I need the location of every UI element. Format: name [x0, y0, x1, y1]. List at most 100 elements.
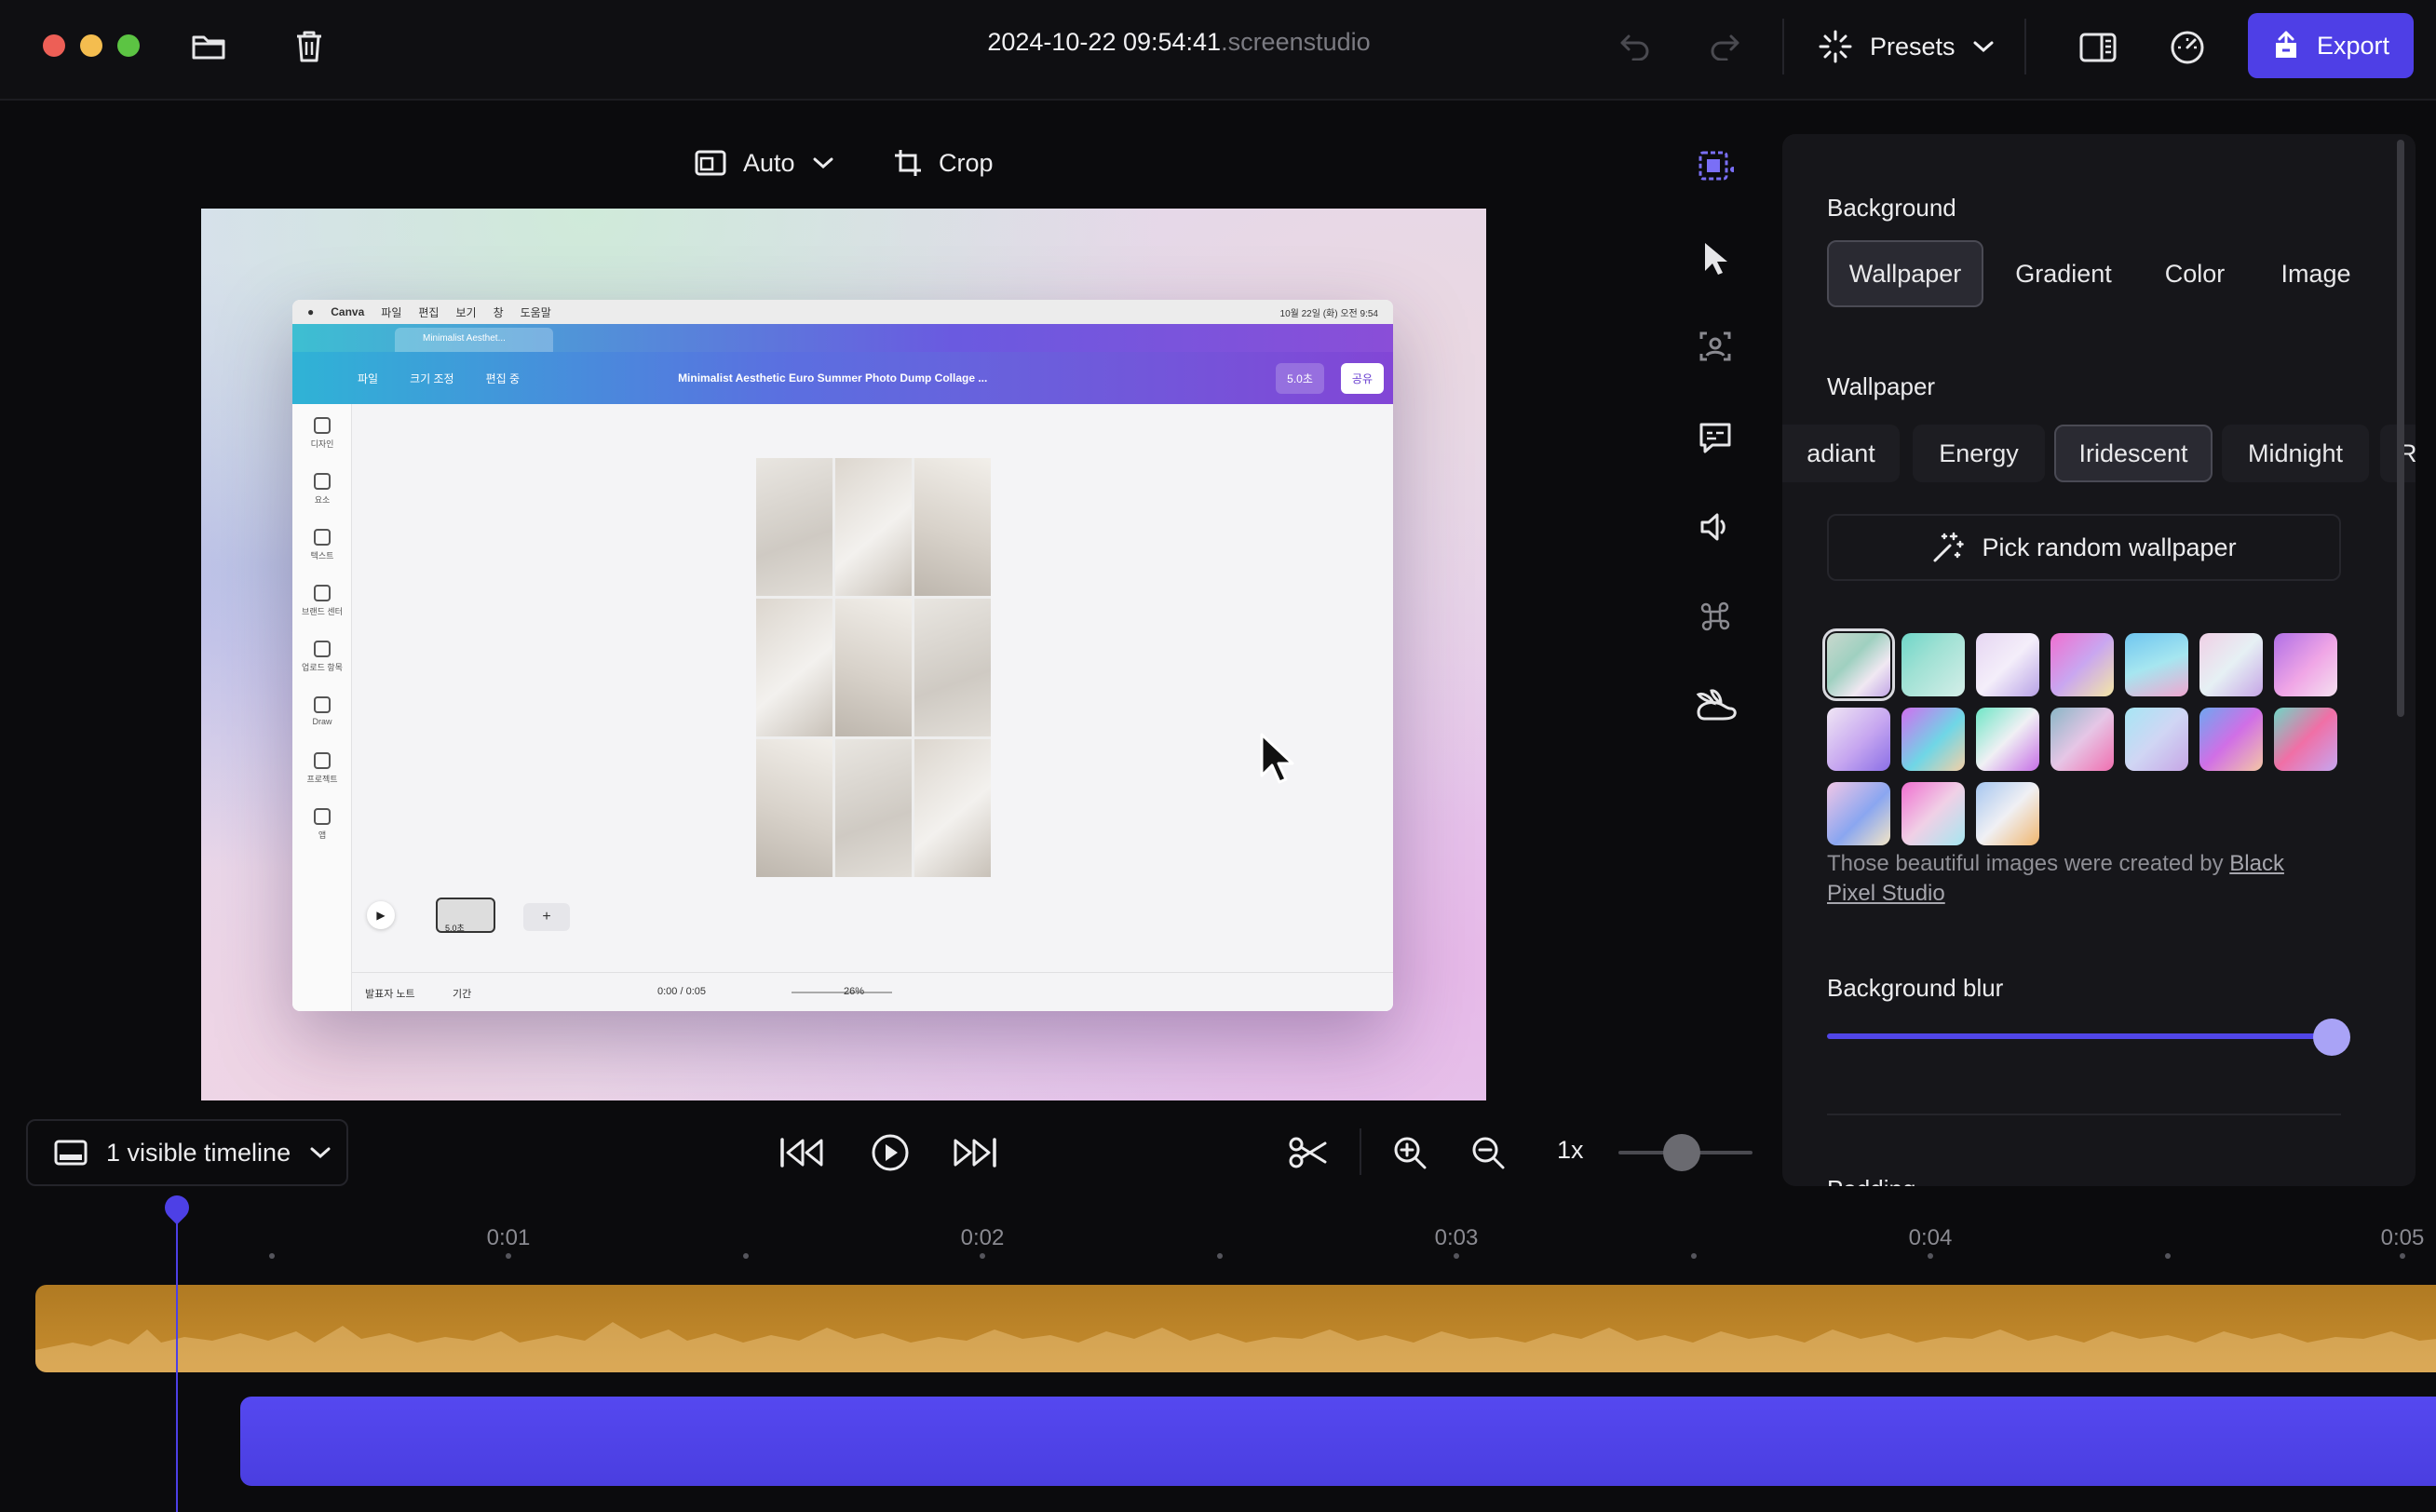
recorded-sidebar-item: 요소 — [292, 473, 352, 506]
timeline-tick — [980, 1253, 985, 1259]
collage-photo — [835, 458, 912, 596]
wallpaper-swatch-selected[interactable] — [1822, 628, 1895, 701]
recorded-app-window: ● Canva 파일 편집 보기 창 도움말 10월 22일 (화) 오전 9:… — [292, 300, 1393, 1011]
crop-button[interactable]: Crop — [894, 142, 994, 184]
audio-track[interactable] — [35, 1285, 2436, 1372]
wallpaper-swatch[interactable] — [1827, 708, 1890, 771]
video-track[interactable] — [240, 1397, 2436, 1486]
wallpaper-swatch[interactable] — [2199, 633, 2263, 696]
wallpaper-swatch[interactable] — [1827, 782, 1890, 845]
playback-speed[interactable]: 1x — [1557, 1136, 1584, 1165]
export-button[interactable]: Export — [2248, 13, 2414, 78]
recorded-present-button: 5.0초 — [1276, 362, 1324, 394]
recorded-sidebar-item: 프로젝트 — [292, 752, 352, 785]
title-bar: 2024-10-22 09:54:41.screenstudio Presets… — [0, 0, 2436, 101]
recorded-sidebar: 디자인 요소 텍스트 브랜드 센터 업로드 항목 Draw 프로젝트 앱 — [292, 404, 352, 1011]
credit-text: Those beautiful images were created by — [1827, 851, 2224, 876]
credit-link[interactable]: Black — [2229, 851, 2284, 876]
cursor-tool-icon[interactable] — [1693, 236, 1738, 281]
credit-link[interactable]: Pixel Studio — [1827, 881, 1945, 906]
wallpaper-swatch[interactable] — [2125, 708, 2188, 771]
timeline-tick — [743, 1253, 749, 1259]
wallpaper-swatch[interactable] — [2050, 633, 2114, 696]
performance-gauge-icon[interactable] — [2164, 24, 2211, 71]
play-icon[interactable] — [866, 1128, 914, 1177]
wallpaper-chip[interactable]: Energy — [1913, 425, 2045, 482]
skip-forward-icon[interactable] — [948, 1130, 1000, 1175]
recorded-toolbar-item: 파일 — [358, 371, 379, 385]
shortcuts-tool-icon[interactable] — [1693, 594, 1738, 639]
pick-random-wallpaper-button[interactable]: Pick random wallpaper — [1827, 514, 2341, 581]
camera-tool-icon[interactable] — [1693, 324, 1738, 369]
recorded-doc-title: Minimalist Aesthetic Euro Summer Photo D… — [678, 371, 988, 385]
recorded-time: 0:00 / 0:05 — [657, 986, 706, 997]
timeline-tick — [1217, 1253, 1223, 1259]
undo-icon[interactable] — [1615, 26, 1656, 67]
skip-back-icon[interactable] — [777, 1130, 829, 1175]
recorded-sidebar-item: 디자인 — [292, 417, 352, 450]
collage-photo — [914, 739, 991, 877]
timeline-tick-label: 0:01 — [486, 1225, 531, 1250]
wallpaper-swatch[interactable] — [2125, 633, 2188, 696]
timeline-tick — [1928, 1253, 1933, 1259]
collage-photo — [835, 599, 912, 736]
presets-button[interactable]: Presets — [1818, 20, 1995, 73]
wallpaper-swatch[interactable] — [2274, 633, 2337, 696]
audio-tool-icon[interactable] — [1693, 505, 1738, 549]
chevron-down-icon — [1972, 39, 1995, 54]
wallpaper-swatch[interactable] — [2199, 708, 2263, 771]
menubar-item: 보기 — [455, 305, 477, 319]
project-filename: 2024-10-22 09:54:41 — [987, 28, 1222, 56]
timeline-icon — [54, 1139, 88, 1167]
background-blur-slider-thumb[interactable] — [2313, 1019, 2350, 1056]
wallpaper-swatch[interactable] — [1901, 782, 1965, 845]
background-blur-slider[interactable] — [1827, 1033, 2330, 1039]
aspect-ratio-dropdown[interactable]: Auto — [695, 142, 834, 184]
pick-random-label: Pick random wallpaper — [1982, 533, 2237, 561]
panel-scrollbar[interactable] — [2397, 140, 2404, 717]
recorded-toolbar-item: 편집 중 — [485, 371, 521, 385]
wallpaper-chip[interactable]: adiant — [1782, 425, 1900, 482]
timeline-tick-label: 0:03 — [1434, 1225, 1479, 1250]
zoom-in-icon[interactable] — [1387, 1130, 1432, 1175]
speed-rabbit-icon[interactable] — [1693, 683, 1738, 728]
background-tab-gradient[interactable]: Gradient — [1995, 240, 2132, 307]
visible-timelines-dropdown[interactable]: 1 visible timeline — [26, 1119, 348, 1186]
apple-icon: ● — [307, 305, 315, 318]
timeline-tick — [2165, 1253, 2171, 1259]
background-tool-icon[interactable] — [1693, 145, 1738, 190]
redo-icon[interactable] — [1704, 26, 1745, 67]
timeline-select-label: 1 visible timeline — [106, 1138, 291, 1167]
photo-collage — [756, 458, 991, 877]
background-tab-color[interactable]: Color — [2140, 240, 2250, 307]
timeline-zoom-slider-thumb[interactable] — [1663, 1134, 1700, 1171]
recorded-sidebar-item: 브랜드 센터 — [292, 585, 352, 617]
wallpaper-swatch[interactable] — [1976, 708, 2039, 771]
wallpaper-swatch[interactable] — [1901, 633, 1965, 696]
video-preview[interactable]: ● Canva 파일 편집 보기 창 도움말 10월 22일 (화) 오전 9:… — [201, 209, 1486, 1100]
menubar-item: 파일 — [381, 305, 402, 319]
playhead[interactable] — [176, 1207, 178, 1512]
layout-icon — [695, 149, 726, 177]
wallpaper-swatch[interactable] — [1976, 633, 2039, 696]
toggle-sidebar-icon[interactable] — [2075, 24, 2121, 71]
wallpaper-chip-selected[interactable]: Iridescent — [2054, 425, 2213, 482]
background-tab-image[interactable]: Image — [2257, 240, 2375, 307]
background-tab-wallpaper[interactable]: Wallpaper — [1827, 240, 1983, 307]
wallpaper-chip[interactable]: Midnight — [2222, 425, 2369, 482]
wallpaper-swatch[interactable] — [1976, 782, 2039, 845]
menubar-item: 편집 — [418, 305, 440, 319]
scissors-icon[interactable] — [1285, 1130, 1332, 1175]
wallpaper-swatch[interactable] — [1901, 708, 1965, 771]
recorded-sidebar-item: 텍스트 — [292, 529, 352, 561]
zoom-out-icon[interactable] — [1466, 1130, 1510, 1175]
wallpaper-swatch[interactable] — [2050, 708, 2114, 771]
collage-photo — [756, 739, 832, 877]
timeline-tick — [1454, 1253, 1459, 1259]
recorded-timer: 기간 — [453, 989, 472, 1000]
wallpaper-swatch[interactable] — [2274, 708, 2337, 771]
sparkle-icon — [1818, 29, 1853, 64]
captions-tool-icon[interactable] — [1693, 415, 1738, 460]
timeline-tick — [1691, 1253, 1697, 1259]
collage-photo — [756, 458, 832, 596]
